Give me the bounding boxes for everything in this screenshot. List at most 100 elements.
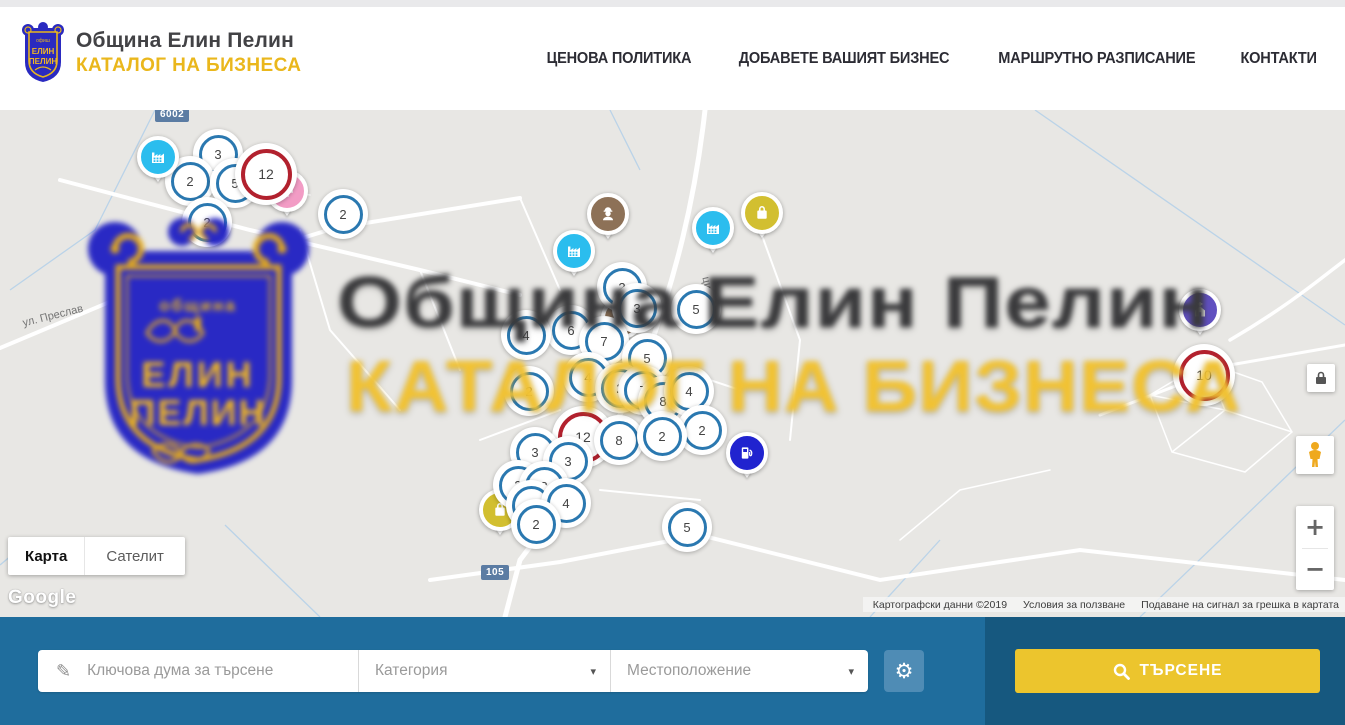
road-badge-6002: 6002 (155, 110, 189, 122)
search-bar: ✎ Категория ▾ Местоположение ▾ ⚙ ТЪРСЕНЕ (0, 617, 1345, 725)
map-cluster-marker[interactable]: 4 (501, 310, 551, 360)
map-cluster-marker[interactable]: 10 (1173, 344, 1235, 406)
category-select-label: Категория (375, 662, 447, 680)
cluster-count: 2 (658, 429, 665, 444)
map-attribution: Картографски данни ©2019 Условия за полз… (863, 597, 1345, 612)
cluster-count: 5 (692, 302, 699, 317)
road-badge-105: 105 (481, 565, 509, 580)
main-nav: ЦЕНОВА ПОЛИТИКА ДОБАВЕТЕ ВАШИЯТ БИЗНЕС М… (542, 7, 1319, 110)
cluster-ring: 5 (677, 290, 716, 329)
page: офиш ЕЛИН ПЕЛИН Община Елин Пелин КАТАЛО… (0, 0, 1345, 725)
cluster-ring: 8 (600, 421, 639, 460)
map-pin-factory[interactable] (137, 136, 179, 178)
cluster-ring: 2 (510, 372, 549, 411)
map-cluster-marker[interactable]: 2 (637, 411, 687, 461)
cluster-ring: 10 (1179, 350, 1230, 401)
pegman-icon (1305, 441, 1325, 469)
category-select[interactable]: Категория ▾ (358, 650, 610, 692)
cluster-count: 5 (643, 351, 650, 366)
cluster-count: 2 (532, 517, 539, 532)
svg-text:ПЕЛИН: ПЕЛИН (29, 57, 57, 66)
cluster-ring: 2 (683, 411, 722, 450)
search-button-label: ТЪРСЕНЕ (1140, 662, 1223, 680)
brand-subtitle: КАТАЛОГ НА БИЗНЕСА (76, 55, 301, 77)
map-cluster-marker[interactable]: 5 (662, 502, 712, 552)
gear-icon: ⚙ (895, 659, 914, 683)
cluster-count: 4 (584, 370, 591, 385)
lock-icon (1315, 371, 1327, 385)
header: офиш ЕЛИН ПЕЛИН Община Елин Пелин КАТАЛО… (0, 7, 1345, 111)
map-pin-worker[interactable] (587, 193, 629, 235)
fuel-icon (726, 432, 768, 474)
chevron-down-icon: ▾ (590, 665, 596, 678)
factory-icon (692, 207, 734, 249)
cluster-ring: 2 (188, 203, 227, 242)
nav-item-add-business[interactable]: ДОБАВЕТЕ ВАШИЯТ БИЗНЕС (739, 50, 950, 68)
cluster-count: 10 (1196, 367, 1212, 383)
nav-item-pricing[interactable]: ЦЕНОВА ПОЛИТИКА (547, 50, 692, 68)
cluster-count: 2 (525, 384, 532, 399)
zoom-in-button[interactable]: + (1296, 507, 1334, 548)
map-cluster-marker[interactable]: 2 (318, 189, 368, 239)
map-type-switcher: Карта Сателит (8, 537, 185, 575)
church-icon (1179, 289, 1221, 331)
keyword-field[interactable]: ✎ (38, 650, 358, 692)
keyword-input[interactable] (85, 661, 358, 681)
search-button[interactable]: ТЪРСЕНЕ (1015, 649, 1320, 693)
search-icon (1113, 663, 1130, 680)
map-pin-factory[interactable] (553, 230, 595, 272)
cluster-count: 4 (522, 328, 529, 343)
nav-item-route-schedule[interactable]: МАРШРУТНО РАЗПИСАНИЕ (998, 50, 1195, 68)
cluster-count: 3 (531, 445, 538, 460)
search-fields: ✎ Категория ▾ Местоположение ▾ (38, 650, 868, 692)
cluster-count: 7 (600, 334, 607, 349)
map-pin-shopping-bag[interactable] (741, 192, 783, 234)
cluster-ring: 4 (507, 316, 546, 355)
map-cluster-marker[interactable]: 12 (235, 143, 297, 205)
cluster-count: 8 (615, 433, 622, 448)
map-canvas[interactable]: ул. Преслав бул. „Новосел ции 6002 105 3… (0, 110, 1345, 617)
advanced-settings-button[interactable]: ⚙ (884, 650, 924, 692)
cluster-count: 2 (203, 215, 210, 230)
zoom-out-button[interactable]: − (1296, 549, 1334, 590)
map-pin-factory[interactable] (692, 207, 734, 249)
nav-item-contacts[interactable]: КОНТАКТИ (1240, 50, 1316, 68)
street-view-pegman-button[interactable] (1296, 436, 1334, 474)
brand[interactable]: офиш ЕЛИН ПЕЛИН Община Елин Пелин КАТАЛО… (22, 22, 301, 84)
map-cluster-marker[interactable]: 5 (671, 284, 721, 334)
cluster-ring: 2 (324, 195, 363, 234)
svg-text:офиш: офиш (36, 38, 50, 44)
cluster-ring: 2 (517, 505, 556, 544)
shopping-bag-icon (741, 192, 783, 234)
map-cluster-marker[interactable]: 2 (511, 499, 561, 549)
map-type-map-button[interactable]: Карта (8, 537, 84, 575)
pencil-icon: ✎ (56, 661, 71, 682)
factory-icon (553, 230, 595, 272)
map-pin-church[interactable] (1179, 289, 1221, 331)
map-type-satellite-button[interactable]: Сателит (84, 537, 185, 575)
svg-text:ЕЛИН: ЕЛИН (32, 47, 55, 56)
cluster-ring: 12 (241, 149, 292, 200)
cluster-ring: 2 (643, 417, 682, 456)
cluster-count: 3 (214, 147, 221, 162)
factory-icon (137, 136, 179, 178)
attribution-data-label: Картографски данни ©2019 (873, 599, 1007, 611)
cluster-count: 2 (339, 207, 346, 222)
map-lock-button[interactable] (1307, 364, 1335, 392)
cluster-count: 6 (567, 323, 574, 338)
location-select-label: Местоположение (627, 662, 751, 680)
chevron-down-icon: ▾ (848, 665, 854, 678)
zoom-control: + − (1296, 506, 1334, 590)
google-logo[interactable]: Google (8, 587, 76, 609)
cluster-count: 4 (562, 496, 569, 511)
map-cluster-marker[interactable]: 2 (504, 366, 554, 416)
map-cluster-marker[interactable]: 2 (182, 197, 232, 247)
map-pin-fuel[interactable] (726, 432, 768, 474)
attribution-report-link[interactable]: Подаване на сигнал за грешка в картата (1141, 599, 1339, 611)
attribution-terms-link[interactable]: Условия за ползване (1023, 599, 1125, 611)
cluster-count: 3 (633, 301, 640, 316)
cluster-count: 3 (564, 454, 571, 469)
brand-title: Община Елин Пелин (76, 29, 301, 53)
cluster-count: 2 (186, 174, 193, 189)
location-select[interactable]: Местоположение ▾ (610, 650, 868, 692)
